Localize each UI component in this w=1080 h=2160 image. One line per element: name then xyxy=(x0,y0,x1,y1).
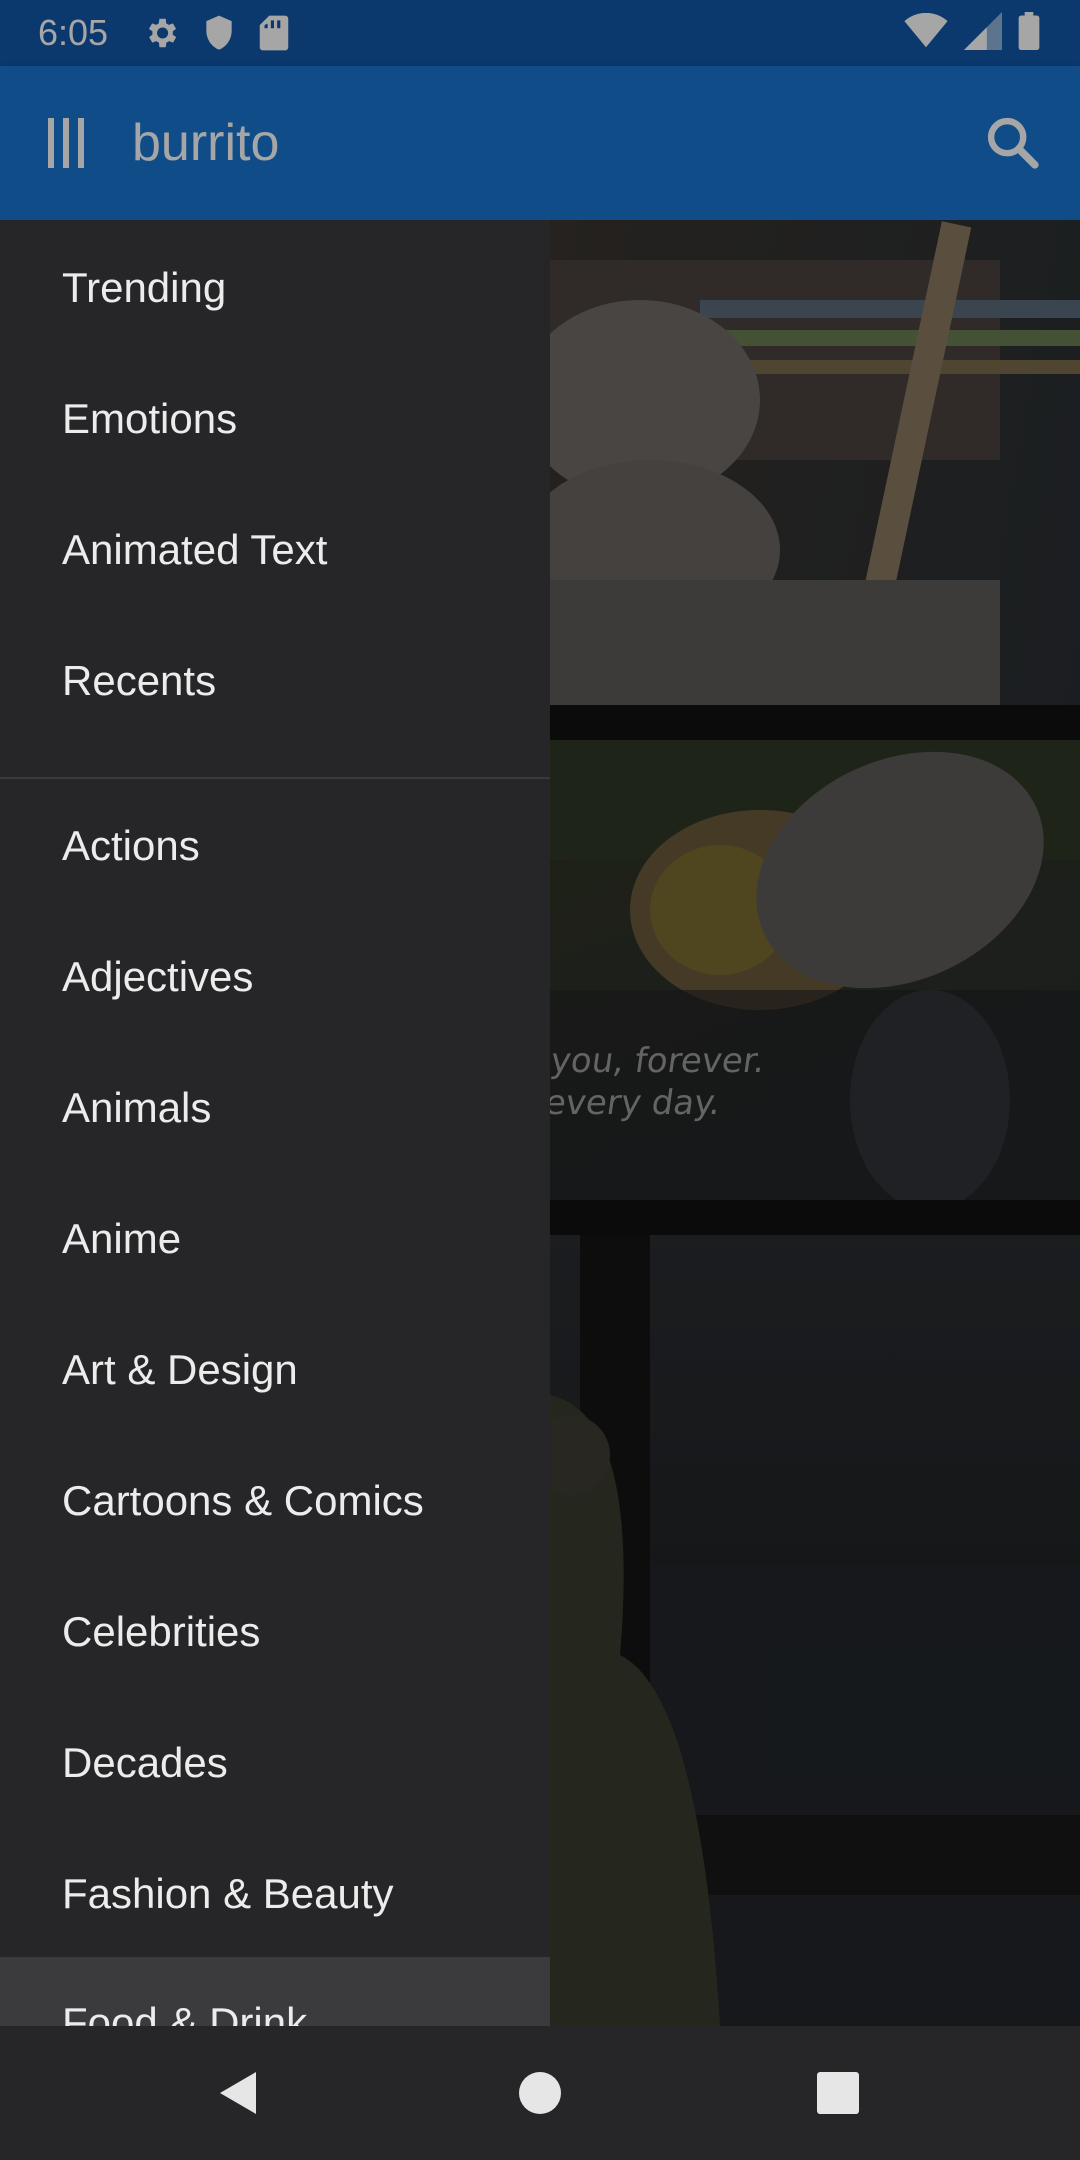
system-nav-bar xyxy=(0,2026,1080,2160)
drawer-item-trending[interactable]: Trending xyxy=(0,222,550,353)
overview-icon[interactable] xyxy=(771,2026,905,2160)
drawer-item-cartoons-comics[interactable]: Cartoons & Comics xyxy=(0,1435,550,1566)
home-icon[interactable] xyxy=(473,2026,607,2160)
drawer-item-food-drink[interactable]: Food & Drink xyxy=(0,1957,550,2026)
navigation-drawer: Trending Emotions Animated Text Recents … xyxy=(0,220,550,2026)
drawer-item-animals[interactable]: Animals xyxy=(0,1042,550,1173)
drawer-item-actions[interactable]: Actions xyxy=(0,780,550,911)
drawer-item-art-design[interactable]: Art & Design xyxy=(0,1304,550,1435)
back-icon[interactable] xyxy=(173,2026,307,2160)
drawer-item-emotions[interactable]: Emotions xyxy=(0,353,550,484)
drawer-item-fashion-beauty[interactable]: Fashion & Beauty xyxy=(0,1828,550,1959)
drawer-item-animated-text[interactable]: Animated Text xyxy=(0,484,550,615)
drawer-item-recents[interactable]: Recents xyxy=(0,615,550,746)
drawer-divider xyxy=(0,777,550,779)
drawer-item-anime[interactable]: Anime xyxy=(0,1173,550,1304)
drawer-item-decades[interactable]: Decades xyxy=(0,1697,550,1828)
drawer-item-celebrities[interactable]: Celebrities xyxy=(0,1566,550,1697)
drawer-item-adjectives[interactable]: Adjectives xyxy=(0,911,550,1042)
